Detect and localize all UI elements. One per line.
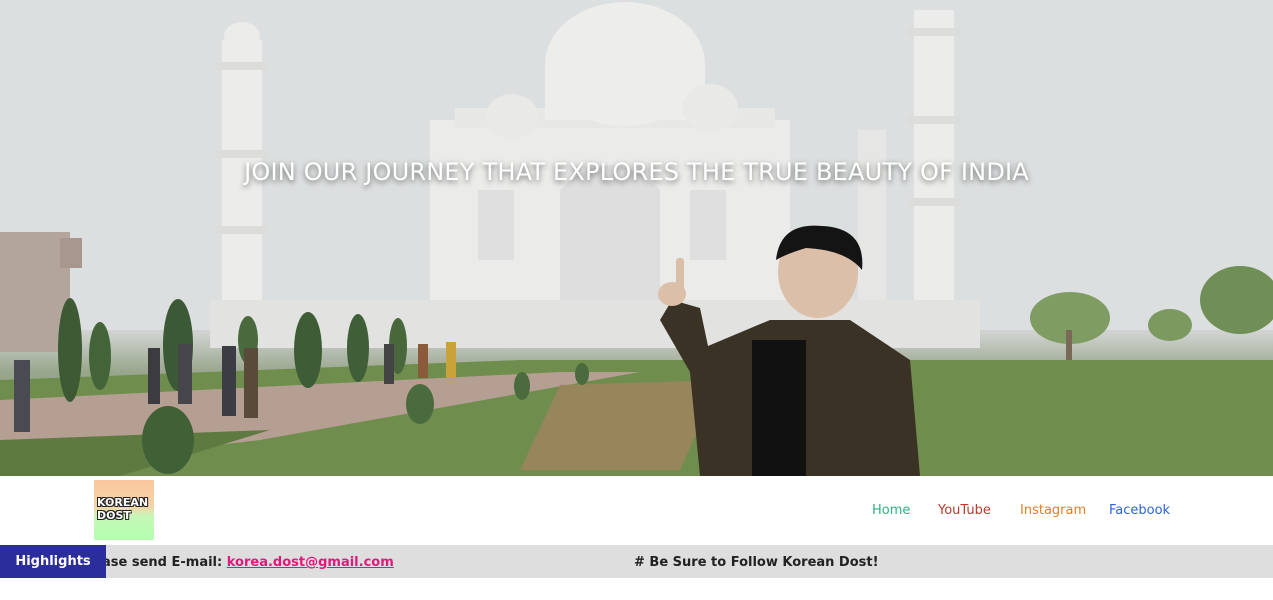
logo[interactable]: KOREAN DOST [94,480,154,540]
nav-link-home[interactable]: Home [872,503,910,518]
ticker-email-item: ase send E-mail: korea.dost@gmail.com [106,545,394,578]
nav-link-instagram[interactable]: Instagram [1020,503,1086,518]
ticker-email-prefix: ase send E-mail: [106,555,227,570]
email-link[interactable]: korea.dost@gmail.com [227,555,394,570]
ticker-follow-item: # Be Sure to Follow Korean Dost! [634,555,879,570]
nav-link-youtube[interactable]: YouTube [938,503,991,518]
navbar: KOREAN DOST Home YouTube Instagram Faceb… [0,476,1273,545]
ticker-track: ase send E-mail: korea.dost@gmail.com # … [106,545,1273,578]
hero-title: JOIN OUR JOURNEY THAT EXPLORES THE TRUE … [244,158,1029,186]
hero-image [0,0,1273,476]
nav-link-facebook[interactable]: Facebook [1109,503,1170,518]
logo-line-1: KOREAN [97,496,149,509]
highlights-label: Highlights [0,545,106,578]
highlights-ticker: Highlights ase send E-mail: korea.dost@g… [0,545,1273,578]
hero-banner: JOIN OUR JOURNEY THAT EXPLORES THE TRUE … [0,0,1273,476]
logo-line-2: DOST [97,509,131,522]
